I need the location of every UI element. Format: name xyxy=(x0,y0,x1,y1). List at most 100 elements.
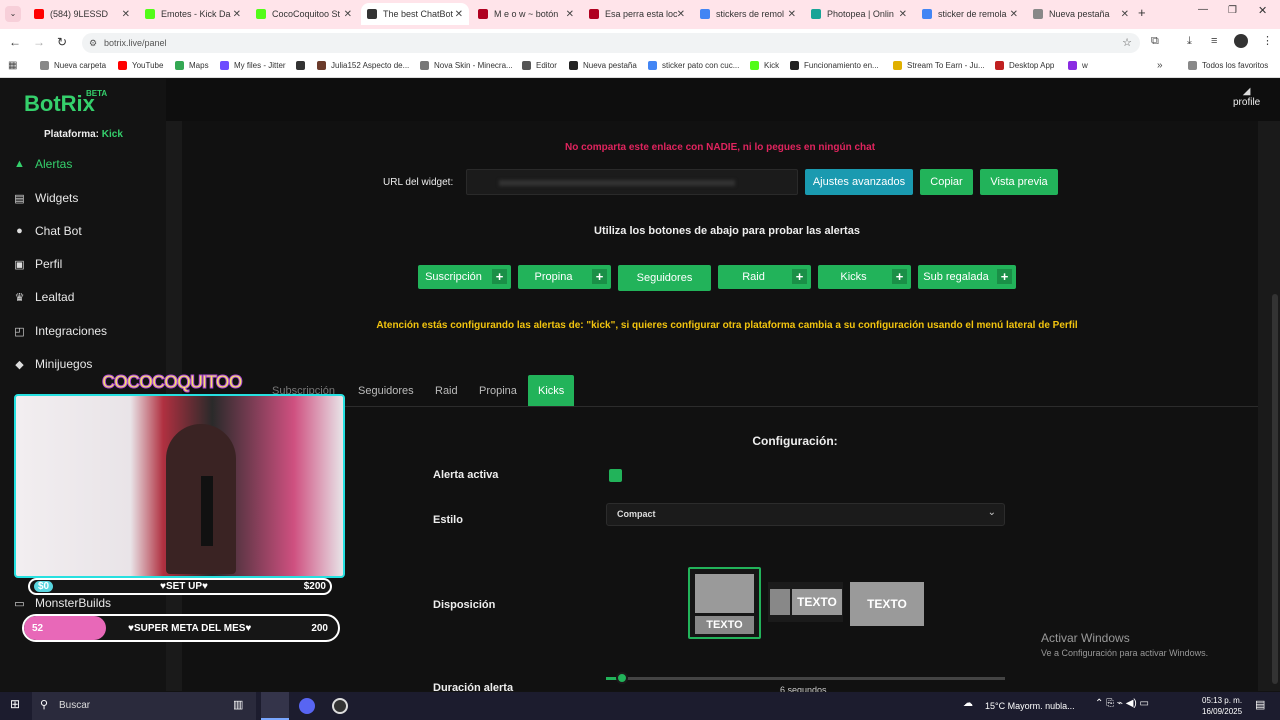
sidebar-item-alertas[interactable]: ▲ Alertas xyxy=(13,157,72,171)
task-view-icon[interactable]: ▥ xyxy=(233,698,243,711)
close-tab-icon[interactable]: ✕ xyxy=(566,9,574,20)
layout-option-overlay[interactable]: TEXTO xyxy=(850,582,924,626)
bookmark-10[interactable]: Kick xyxy=(750,61,779,70)
minimize-button[interactable]: — xyxy=(1198,4,1208,15)
bookmark-star-icon[interactable]: ☆ xyxy=(1122,33,1132,53)
new-tab-button[interactable]: + xyxy=(1138,5,1146,20)
tab-1[interactable]: Emotes - Kick Da ✕ xyxy=(139,3,247,25)
trophy-icon: ♛ xyxy=(14,291,25,304)
tab-3[interactable]: The best ChatBot ✕ xyxy=(361,3,469,25)
bookmark-1[interactable]: YouTube xyxy=(118,61,163,70)
tab-0[interactable]: (584) 9LESSD ✕ xyxy=(28,3,136,25)
scrollbar[interactable] xyxy=(1272,294,1278,684)
tab-8[interactable]: sticker de remola ✕ xyxy=(916,3,1024,25)
menu-icon[interactable]: ⋮ xyxy=(1262,34,1273,47)
copy-button[interactable]: Copiar xyxy=(920,169,973,195)
tab-seguidores[interactable]: Seguidores xyxy=(348,375,424,406)
bookmark-2[interactable]: Maps xyxy=(175,61,209,70)
layout-option-inline[interactable]: TEXTO xyxy=(768,582,843,622)
microphone-icon xyxy=(201,476,213,546)
active-checkbox[interactable] xyxy=(609,469,622,482)
brand-logo[interactable]: BotRix xyxy=(24,91,95,117)
tab-4[interactable]: M e o w ~ botón ✕ xyxy=(472,3,580,25)
bookmark-5[interactable]: Julia152 Aspecto de... xyxy=(317,61,409,70)
all-bookmarks-folder[interactable]: Todos los favoritos xyxy=(1188,61,1268,70)
bookmark-7[interactable]: Editor xyxy=(522,61,557,70)
tab-search-button[interactable]: ⌄ xyxy=(5,6,21,22)
profile-avatar[interactable] xyxy=(1234,34,1248,48)
reload-icon[interactable]: ↻ xyxy=(57,35,67,49)
close-tab-icon[interactable]: ✕ xyxy=(677,9,685,20)
maximize-button[interactable]: ❐ xyxy=(1228,5,1237,16)
tab-raid[interactable]: Raid xyxy=(425,375,468,406)
bookmark-3[interactable]: My files - Jitter xyxy=(220,61,286,70)
bookmarks-bar: ▦ Nueva carpeta YouTube Maps My files - Jit… xyxy=(0,56,1280,78)
close-tab-icon[interactable]: ✕ xyxy=(1121,9,1129,20)
layout-option-stacked[interactable]: TEXTO xyxy=(688,567,761,639)
sidebar-item-widgets[interactable]: ▤ Widgets xyxy=(13,191,78,205)
bookmark-0[interactable]: Nueva carpeta xyxy=(40,61,106,70)
test-suscripcion-button[interactable]: Suscripción + xyxy=(418,265,511,289)
sidebar-item-integraciones[interactable]: ◰ Integraciones xyxy=(13,324,107,338)
preview-button[interactable]: Vista previa xyxy=(980,169,1058,195)
forward-icon[interactable]: → xyxy=(33,35,45,49)
more-bookmarks-icon[interactable]: » xyxy=(1157,60,1163,71)
advanced-settings-button[interactable]: Ajustes avanzados xyxy=(805,169,913,195)
close-tab-icon[interactable]: ✕ xyxy=(233,9,241,20)
close-tab-icon[interactable]: ✕ xyxy=(344,9,352,20)
media-icon[interactable]: ≡ xyxy=(1211,35,1217,47)
duration-slider-track[interactable] xyxy=(606,677,1005,680)
tab-9[interactable]: Nueva pestaña ✕ xyxy=(1027,3,1135,25)
back-icon[interactable]: ← xyxy=(9,35,21,49)
tab-kicks[interactable]: Kicks xyxy=(528,375,575,406)
bookmark-13[interactable]: Desktop App xyxy=(995,61,1054,70)
sidebar-item-lealtad[interactable]: ♛ Lealtad xyxy=(13,290,75,304)
close-tab-icon[interactable]: ✕ xyxy=(788,9,796,20)
duration-slider-handle[interactable] xyxy=(616,672,628,684)
tab-6[interactable]: stickers de remol ✕ xyxy=(694,3,802,25)
obs-taskbar-icon[interactable] xyxy=(332,698,348,714)
tab-label: stickers de remol xyxy=(716,9,785,19)
taskbar-search[interactable]: ⚲ Buscar xyxy=(32,692,256,720)
address-bar[interactable]: ⚙ botrix.live/panel ☆ xyxy=(82,33,1140,53)
apps-icon[interactable]: ▦ xyxy=(8,60,17,71)
close-tab-icon[interactable]: ✕ xyxy=(899,9,907,20)
close-window-button[interactable]: ✕ xyxy=(1258,4,1267,17)
test-sub-regalada-button[interactable]: Sub regalada + xyxy=(918,265,1016,289)
bookmark-14[interactable]: w xyxy=(1068,61,1088,70)
discord-taskbar-icon[interactable] xyxy=(299,698,315,714)
tab-label: Photopea | Onlin xyxy=(827,9,894,19)
test-seguidores-button[interactable]: Seguidores xyxy=(618,265,711,291)
tab-2[interactable]: CocoCoquitoo St ✕ xyxy=(250,3,358,25)
tray-icons[interactable]: ⌃ ⎘ ⌁ ◀) ▭ xyxy=(1095,698,1149,709)
sidebar-item-perfil[interactable]: ▣ Perfil xyxy=(13,257,62,271)
sidebar-item-chatbot[interactable]: ● Chat Bot xyxy=(13,224,82,238)
notifications-icon[interactable]: ▤ xyxy=(1255,698,1265,711)
site-info-icon[interactable]: ⚙ xyxy=(89,33,97,53)
windows-start-icon[interactable]: ⊞ xyxy=(10,697,20,711)
chrome-taskbar-icon[interactable] xyxy=(261,692,289,720)
close-tab-icon[interactable]: ✕ xyxy=(1010,9,1018,20)
style-select[interactable]: Compact ⌄ xyxy=(606,503,1005,526)
extensions-icon[interactable]: ⧉ xyxy=(1151,35,1159,48)
bookmark-9[interactable]: sticker pato con cuc... xyxy=(648,61,739,70)
bookmark-6[interactable]: Nova Skin - Minecra... xyxy=(420,61,513,70)
test-kicks-button[interactable]: Kicks + xyxy=(818,265,911,289)
tab-7[interactable]: Photopea | Onlin ✕ xyxy=(805,3,913,25)
test-propina-button[interactable]: Propina + xyxy=(518,265,611,289)
tab-propina[interactable]: Propina xyxy=(469,375,527,406)
clock[interactable]: 05:13 p. m. 16/09/2025 xyxy=(1202,695,1242,717)
widget-url-input[interactable] xyxy=(466,169,798,195)
bookmark-12[interactable]: Stream To Earn - Ju... xyxy=(893,61,985,70)
close-tab-icon[interactable]: ✕ xyxy=(455,9,463,20)
test-raid-button[interactable]: Raid + xyxy=(718,265,811,289)
bookmark-4[interactable] xyxy=(296,61,310,70)
bookmark-11[interactable]: Funcionamiento en... xyxy=(790,61,879,70)
close-tab-icon[interactable]: ✕ xyxy=(122,9,130,20)
tab-5[interactable]: Esa perra esta loc ✕ xyxy=(583,3,691,25)
sidebar-item-minijuegos[interactable]: ◆ Minijuegos xyxy=(13,357,92,371)
download-icon[interactable]: ⤓ xyxy=(1187,35,1192,48)
goal1-right: $200 xyxy=(303,581,326,592)
profile-link[interactable]: ◢ profile xyxy=(1233,87,1260,109)
bookmark-8[interactable]: Nueva pestaña xyxy=(569,61,637,70)
